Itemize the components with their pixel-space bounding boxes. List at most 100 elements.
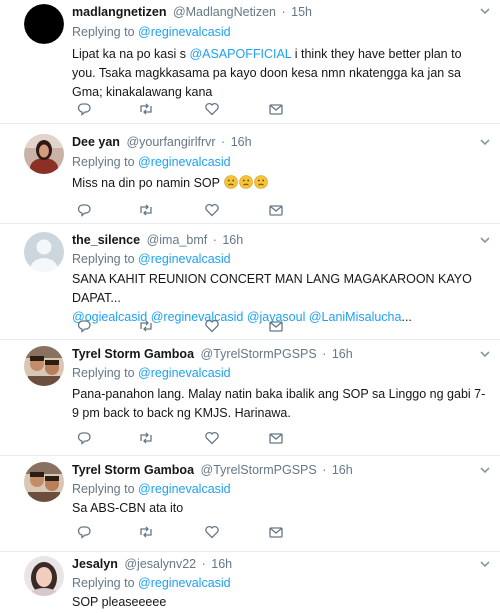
replying-prefix: Replying to	[72, 25, 135, 39]
tweet[interactable]: Tyrel Storm Gamboa @TyrelStormPGSPS · 16…	[0, 340, 500, 456]
avatar[interactable]	[24, 462, 64, 502]
replying-prefix: Replying to	[72, 576, 135, 590]
separator-dot: ·	[221, 135, 226, 149]
replying-prefix: Replying to	[72, 155, 135, 169]
replying-to: Replying to @reginevalcasid	[72, 154, 231, 170]
direct-message-icon[interactable]	[268, 318, 284, 334]
mention-link[interactable]: @ASAPOFFICIAL	[189, 47, 291, 61]
like-icon[interactable]	[204, 524, 220, 540]
tweet[interactable]: Jesalyn @jesalynv22 · 16h Replying to @r…	[0, 552, 500, 613]
tweet-text-part: Lipat ka na po kasi s	[72, 47, 190, 61]
timestamp[interactable]: 16h	[332, 347, 353, 361]
display-name[interactable]: Dee yan	[72, 135, 120, 149]
user-handle[interactable]: @TyrelStormPGSPS	[201, 347, 317, 361]
tweet-text-body: Pana-panahon lang. Malay natin baka ibal…	[72, 387, 486, 420]
user-handle[interactable]: @yourfangirlfrvr	[126, 135, 215, 149]
timestamp[interactable]: 16h	[332, 463, 353, 477]
direct-message-icon[interactable]	[268, 101, 284, 117]
user-handle[interactable]: @jesalynv22	[124, 557, 196, 571]
chevron-down-icon[interactable]	[480, 465, 490, 475]
tweet[interactable]: Dee yan @yourfangirlfrvr · 16h Replying …	[0, 124, 500, 224]
replying-to-link[interactable]: @reginevalcasid	[138, 482, 231, 496]
replying-prefix: Replying to	[72, 252, 135, 266]
like-icon[interactable]	[204, 101, 220, 117]
avatar[interactable]	[24, 556, 64, 596]
separator-dot: ·	[322, 347, 327, 361]
ellipsis: ...	[401, 310, 412, 324]
user-handle[interactable]: @MadlangNetizen	[173, 5, 276, 19]
replying-to: Replying to @reginevalcasid	[72, 365, 231, 381]
replying-to: Replying to @reginevalcasid	[72, 575, 231, 591]
frowning-face-icon	[254, 175, 269, 189]
replying-to-link[interactable]: @reginevalcasid	[138, 366, 231, 380]
direct-message-icon[interactable]	[268, 202, 284, 218]
chevron-down-icon[interactable]	[480, 6, 490, 16]
frowning-face-icon	[239, 175, 254, 189]
replying-to-link[interactable]: @reginevalcasid	[138, 155, 231, 169]
retweet-icon[interactable]	[138, 318, 154, 334]
avatar[interactable]	[24, 134, 64, 174]
mention-link[interactable]: @reginevalcasid	[151, 310, 244, 324]
tweet-header: Dee yan @yourfangirlfrvr · 16h	[72, 134, 252, 150]
tweet-text: Pana-panahon lang. Malay natin baka ibal…	[72, 385, 486, 423]
mention-link[interactable]: @LaniMisalucha	[309, 310, 402, 324]
tweet-header: Jesalyn @jesalynv22 · 16h	[72, 556, 232, 572]
avatar[interactable]	[24, 346, 64, 386]
chevron-down-icon[interactable]	[480, 235, 490, 245]
tweet-header: madlangnetizen @MadlangNetizen · 15h	[72, 4, 312, 20]
reply-icon[interactable]	[76, 318, 92, 334]
separator-dot: ·	[281, 5, 286, 19]
chevron-down-icon[interactable]	[480, 349, 490, 359]
timestamp[interactable]: 15h	[291, 5, 312, 19]
display-name[interactable]: Tyrel Storm Gamboa	[72, 347, 194, 361]
chevron-down-icon[interactable]	[480, 137, 490, 147]
direct-message-icon[interactable]	[268, 524, 284, 540]
reply-icon[interactable]	[76, 524, 92, 540]
tweet-text: Sa ABS-CBN ata ito	[72, 499, 486, 518]
replying-to: Replying to @reginevalcasid	[72, 481, 231, 497]
tweet-text-body: Miss na din po namin SOP	[72, 176, 220, 190]
separator-dot: ·	[201, 557, 206, 571]
user-handle[interactable]: @TyrelStormPGSPS	[201, 463, 317, 477]
reply-icon[interactable]	[76, 430, 92, 446]
tweet-text: SOP pleaseeeee	[72, 593, 486, 612]
display-name[interactable]: Tyrel Storm Gamboa	[72, 463, 194, 477]
replying-to-link[interactable]: @reginevalcasid	[138, 576, 231, 590]
avatar[interactable]	[24, 4, 64, 44]
tweet[interactable]: Tyrel Storm Gamboa @TyrelStormPGSPS · 16…	[0, 456, 500, 552]
like-icon[interactable]	[204, 430, 220, 446]
display-name[interactable]: madlangnetizen	[72, 5, 166, 19]
reply-icon[interactable]	[76, 101, 92, 117]
timestamp[interactable]: 16h	[222, 233, 243, 247]
user-handle[interactable]: @ima_bmf	[147, 233, 208, 247]
replying-to-link[interactable]: @reginevalcasid	[138, 252, 231, 266]
tweet-header: the_silence @ima_bmf · 16h	[72, 232, 243, 248]
tweet-text-body: SANA KAHIT REUNION CONCERT MAN LANG MAGA…	[72, 272, 472, 305]
display-name[interactable]: Jesalyn	[72, 557, 118, 571]
replying-to: Replying to @reginevalcasid	[72, 251, 231, 267]
tweet-text: Lipat ka na po kasi s @ASAPOFFICIAL i th…	[72, 45, 486, 102]
reply-timeline: madlangnetizen @MadlangNetizen · 15h Rep…	[0, 0, 500, 613]
retweet-icon[interactable]	[138, 101, 154, 117]
tweet-header: Tyrel Storm Gamboa @TyrelStormPGSPS · 16…	[72, 346, 353, 362]
display-name[interactable]: the_silence	[72, 233, 140, 247]
tweet-text: Miss na din po namin SOP	[72, 174, 486, 193]
separator-dot: ·	[212, 233, 217, 247]
tweet-text-body: Sa ABS-CBN ata ito	[72, 501, 184, 515]
timestamp[interactable]: 16h	[231, 135, 252, 149]
retweet-icon[interactable]	[138, 430, 154, 446]
avatar[interactable]	[24, 232, 64, 272]
tweet[interactable]: the_silence @ima_bmf · 16h Replying to @…	[0, 224, 500, 340]
reply-icon[interactable]	[76, 202, 92, 218]
direct-message-icon[interactable]	[268, 430, 284, 446]
tweet-header: Tyrel Storm Gamboa @TyrelStormPGSPS · 16…	[72, 462, 353, 478]
replying-to-link[interactable]: @reginevalcasid	[138, 25, 231, 39]
chevron-down-icon[interactable]	[480, 559, 490, 569]
separator-dot: ·	[322, 463, 327, 477]
retweet-icon[interactable]	[138, 524, 154, 540]
like-icon[interactable]	[204, 202, 220, 218]
tweet[interactable]: madlangnetizen @MadlangNetizen · 15h Rep…	[0, 0, 500, 124]
retweet-icon[interactable]	[138, 202, 154, 218]
like-icon[interactable]	[204, 318, 220, 334]
timestamp[interactable]: 16h	[211, 557, 232, 571]
